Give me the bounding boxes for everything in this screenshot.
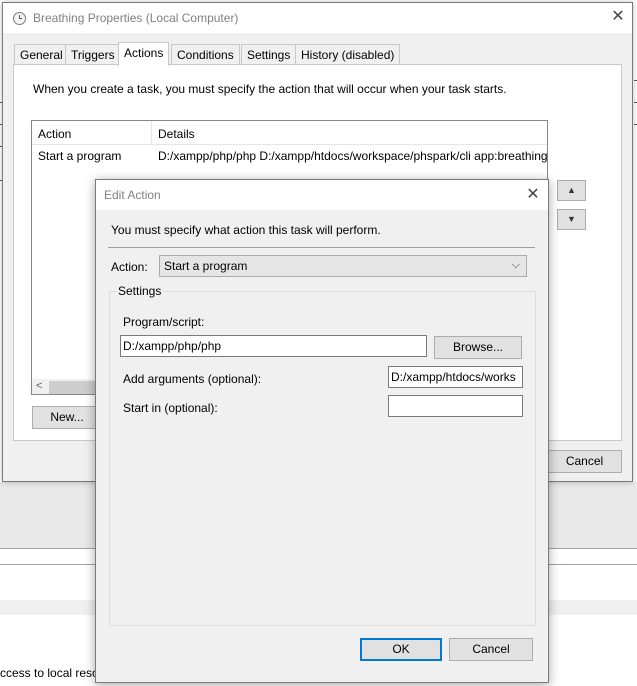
action-type-value: Start a program bbox=[164, 259, 248, 273]
cancel-button[interactable]: Cancel bbox=[449, 638, 533, 661]
close-icon[interactable]: ✕ bbox=[524, 186, 542, 204]
tab-actions[interactable]: Actions bbox=[118, 42, 170, 66]
tab-conditions[interactable]: Conditions bbox=[171, 44, 240, 65]
program-script-label: Program/script: bbox=[123, 315, 205, 329]
edit-action-dialog: Edit Action ✕ You must specify what acti… bbox=[95, 179, 549, 683]
ok-button[interactable]: OK bbox=[360, 638, 442, 661]
tab-label: Conditions bbox=[177, 48, 234, 62]
move-up-button[interactable]: ▲ bbox=[557, 180, 586, 201]
properties-window-title: Breathing Properties (Local Computer) bbox=[33, 11, 239, 25]
start-in-input[interactable] bbox=[388, 395, 523, 417]
properties-title-bar[interactable]: Breathing Properties (Local Computer) ✕ bbox=[3, 3, 632, 33]
action-label: Action: bbox=[111, 260, 148, 274]
tab-label: Settings bbox=[247, 48, 291, 62]
tab-label: Triggers bbox=[71, 48, 115, 62]
action-type-dropdown[interactable]: Start a program ⌵ bbox=[159, 255, 527, 277]
new-action-button[interactable]: New... bbox=[32, 406, 102, 429]
arrow-down-icon: ▼ bbox=[567, 214, 576, 224]
tab-history[interactable]: History (disabled) bbox=[295, 44, 401, 65]
tab-label: Actions bbox=[124, 46, 164, 60]
close-icon[interactable]: ✕ bbox=[609, 8, 627, 26]
tab-label: General bbox=[20, 48, 63, 62]
cancel-button[interactable]: Cancel bbox=[547, 450, 622, 473]
column-header-action[interactable]: Action bbox=[38, 127, 71, 141]
edit-action-title: Edit Action bbox=[104, 188, 161, 202]
tab-triggers[interactable]: Triggers bbox=[65, 44, 121, 65]
column-divider[interactable] bbox=[151, 121, 152, 145]
add-arguments-label: Add arguments (optional): bbox=[123, 372, 262, 386]
settings-group-label: Settings bbox=[116, 284, 164, 298]
scroll-left-icon[interactable]: < bbox=[36, 380, 42, 392]
actions-intro-text: When you create a task, you must specify… bbox=[33, 82, 507, 96]
move-down-button[interactable]: ▼ bbox=[557, 209, 586, 230]
column-header-details[interactable]: Details bbox=[158, 127, 195, 141]
list-header: Action Details bbox=[32, 121, 547, 145]
desktop: ccess to local reso Breathing Properties… bbox=[0, 0, 637, 686]
list-item[interactable]: Start a program D:/xampp/php/php D:/xamp… bbox=[32, 146, 547, 166]
arrow-up-icon: ▲ bbox=[567, 185, 576, 195]
tab-label: History (disabled) bbox=[301, 48, 395, 62]
list-item-action: Start a program bbox=[38, 149, 122, 163]
list-item-details: D:/xampp/php/php D:/xampp/htdocs/workspa… bbox=[158, 149, 548, 163]
tab-settings[interactable]: Settings bbox=[241, 44, 297, 65]
tab-general[interactable]: General bbox=[14, 44, 69, 65]
start-in-label: Start in (optional): bbox=[123, 401, 218, 415]
program-script-input[interactable]: D:/xampp/php/php bbox=[120, 335, 427, 357]
edit-action-intro-text: You must specify what action this task w… bbox=[111, 223, 381, 237]
edit-action-title-bar[interactable]: Edit Action ✕ bbox=[96, 180, 548, 210]
divider bbox=[108, 247, 535, 248]
chevron-down-icon: ⌵ bbox=[511, 259, 520, 271]
clock-icon bbox=[13, 12, 26, 25]
background-description-text: ccess to local reso bbox=[0, 666, 99, 680]
add-arguments-input[interactable]: D:/xampp/htdocs/works bbox=[388, 366, 523, 388]
browse-button[interactable]: Browse... bbox=[434, 336, 522, 359]
